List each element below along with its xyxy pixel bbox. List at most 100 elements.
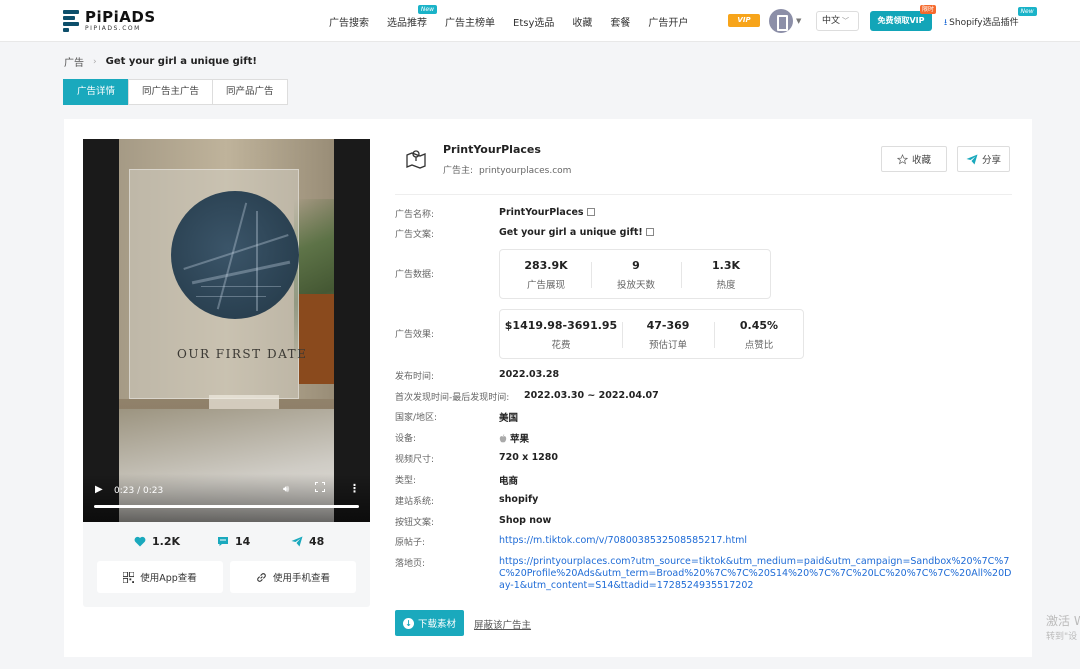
metric-impressions: 283.9K 广告展现 [524,259,568,291]
block-advertiser-link[interactable]: 屏蔽该广告主 [474,617,531,631]
ad-detail-card: OUR FIRST DATE ▶ 0:23 / 0:23 🔊︎ ⋮ 1.2K 1… [64,119,1032,657]
detail-tabs: 广告详情 同广告主广告 同产品广告 [63,79,288,105]
language-select[interactable]: 中文 ﹀ [816,11,859,31]
view-in-app-button[interactable]: 使用App查看 [97,561,223,593]
video-frame: OUR FIRST DATE [119,139,334,522]
play-icon[interactable]: ▶ [95,484,103,495]
button-copy-label: 按钮文案: [395,518,435,528]
video-size-value: 720 x 1280 [499,452,559,463]
logo-mark-icon [63,10,81,32]
map-artwork [171,191,299,319]
country-value: 美国 [499,413,519,424]
tab-same-product[interactable]: 同产品广告 [212,79,288,105]
ad-data-box: 283.9K 广告展现 9 投放天数 1.3K 热度 [499,249,771,299]
ad-effect-label: 广告效果: [395,330,435,340]
download-icon: ⭳ [944,18,948,28]
shares-stat: 48 [291,535,324,548]
breadcrumb-root[interactable]: 广告 [64,54,84,69]
likes-stat: 1.2K [134,535,180,548]
copy-icon[interactable] [586,208,595,216]
divider [395,194,1012,195]
type-label: 类型: [395,476,417,486]
post-link[interactable]: https://m.tiktok.com/v/70800385325085852… [499,535,747,547]
platform-value: shopify [499,494,539,505]
type-value: 电商 [499,476,519,487]
comments-stat: 14 [217,535,250,548]
platform-label: 建站系统: [395,497,435,507]
ad-effect-box: $1419.98-3691.95 花费 47-369 预估订单 0.45% 点赞比 [499,309,804,359]
metric-days: 9 投放天数 [616,259,655,291]
download-icon: ↓ [402,617,414,629]
ad-name-label: 广告名称: [395,210,435,220]
activation-watermark-sub: 转到"设 [1046,632,1078,642]
heart-icon [134,536,146,547]
advertiser-name[interactable]: PrintYourPlaces [443,143,541,156]
limited-time-badge: 限时 [919,5,936,14]
metric-spend: $1419.98-3691.95 花费 [504,319,618,351]
device-value: 苹果 [499,431,529,445]
advertiser-site: 广告主: printyourplaces.com [443,166,572,176]
metric-like-ratio: 0.45% 点赞比 [739,319,779,351]
advertiser-logo [406,150,426,169]
chevron-right-icon: › [93,56,97,67]
comment-icon [218,537,228,546]
landing-page-label: 落地页: [395,559,426,569]
tab-same-advertiser[interactable]: 同广告主广告 [128,79,214,105]
free-vip-button[interactable]: 免费领取VIP 限时 [870,5,936,31]
activation-watermark: 激活 W [1046,614,1080,628]
nav-favorites[interactable]: 收藏 [572,14,592,29]
breadcrumb: 广告 › Get your girl a unique gift! [64,54,257,69]
country-label: 国家/地区: [395,413,438,423]
download-material-button[interactable]: ↓ 下载素材 [395,610,464,636]
top-navigation-bar: PiPiADS PIPIADS.COM 广告搜索 选品推荐 New 广告主榜单 E… [0,0,1080,42]
new-badge: New [417,4,437,14]
main-nav: 广告搜索 选品推荐 New 广告主榜单 Etsy选品 收藏 套餐 广告开户 [320,0,697,42]
video-time: 0:23 / 0:23 [114,486,164,496]
new-badge: New [1017,7,1037,16]
volume-icon[interactable]: 🔊︎ [283,484,289,495]
nav-ad-account[interactable]: 广告开户 [648,14,688,29]
share-button[interactable]: 分享 [957,146,1010,172]
video-progress-bar[interactable] [94,505,359,508]
metric-orders: 47-369 预估订单 [646,319,690,351]
user-avatar[interactable] [769,9,793,33]
video-panel: OUR FIRST DATE ▶ 0:23 / 0:23 🔊︎ ⋮ 1.2K 1… [83,139,370,607]
seen-range-label: 首次发现时间-最后发现时间: [395,393,510,403]
qr-code-icon [123,571,135,583]
chevron-down-icon[interactable]: ▼ [796,17,801,25]
link-icon [257,572,266,582]
favorite-button[interactable]: 收藏 [881,146,947,172]
video-caption: OUR FIRST DATE [177,347,308,361]
copy-icon[interactable] [645,228,654,236]
logo-wordmark: PiPiADS [85,8,156,26]
more-options-icon[interactable]: ⋮ [349,482,360,495]
breadcrumb-current: Get your girl a unique gift! [105,56,257,67]
send-icon [966,154,978,164]
tab-ad-details[interactable]: 广告详情 [63,79,130,105]
ad-copy-value: Get your girl a unique gift! [499,227,654,238]
video-player[interactable]: OUR FIRST DATE ▶ 0:23 / 0:23 🔊︎ ⋮ [83,139,370,522]
vip-level-badge[interactable]: VIP [728,14,760,27]
nav-product-picks[interactable]: 选品推荐 New [387,4,437,29]
chevron-down-icon: ﹀ [842,17,850,25]
nav-ad-search[interactable]: 广告搜索 [329,14,369,29]
nav-etsy-picks[interactable]: Etsy选品 [513,14,554,29]
metric-heat: 1.3K 热度 [711,259,740,291]
ad-name-value: PrintYourPlaces [499,207,595,218]
publish-time-value: 2022.03.28 [499,369,560,380]
pipiads-logo[interactable]: PiPiADS PIPIADS.COM [63,9,156,33]
publish-time-label: 发布时间: [395,372,435,382]
video-controls: ▶ 0:23 / 0:23 🔊︎ ⋮ [83,474,370,522]
fullscreen-icon[interactable] [315,482,325,492]
send-icon [291,536,303,547]
nav-advertiser-ranking[interactable]: 广告主榜单 [445,14,495,29]
post-label: 原帖子: [395,538,426,548]
seen-range-value: 2022.03.30 ~ 2022.04.07 [524,390,659,401]
button-copy-value: Shop now [499,515,552,526]
device-label: 设备: [395,434,417,444]
video-size-label: 视频尺寸: [395,455,435,465]
shopify-plugin-link[interactable]: ⭳ Shopify选品插件 New [944,7,1037,31]
view-on-phone-button[interactable]: 使用手机查看 [230,561,356,593]
nav-plans[interactable]: 套餐 [610,14,630,29]
landing-page-link[interactable]: https://printyourplaces.com?utm_source=t… [499,556,1014,592]
